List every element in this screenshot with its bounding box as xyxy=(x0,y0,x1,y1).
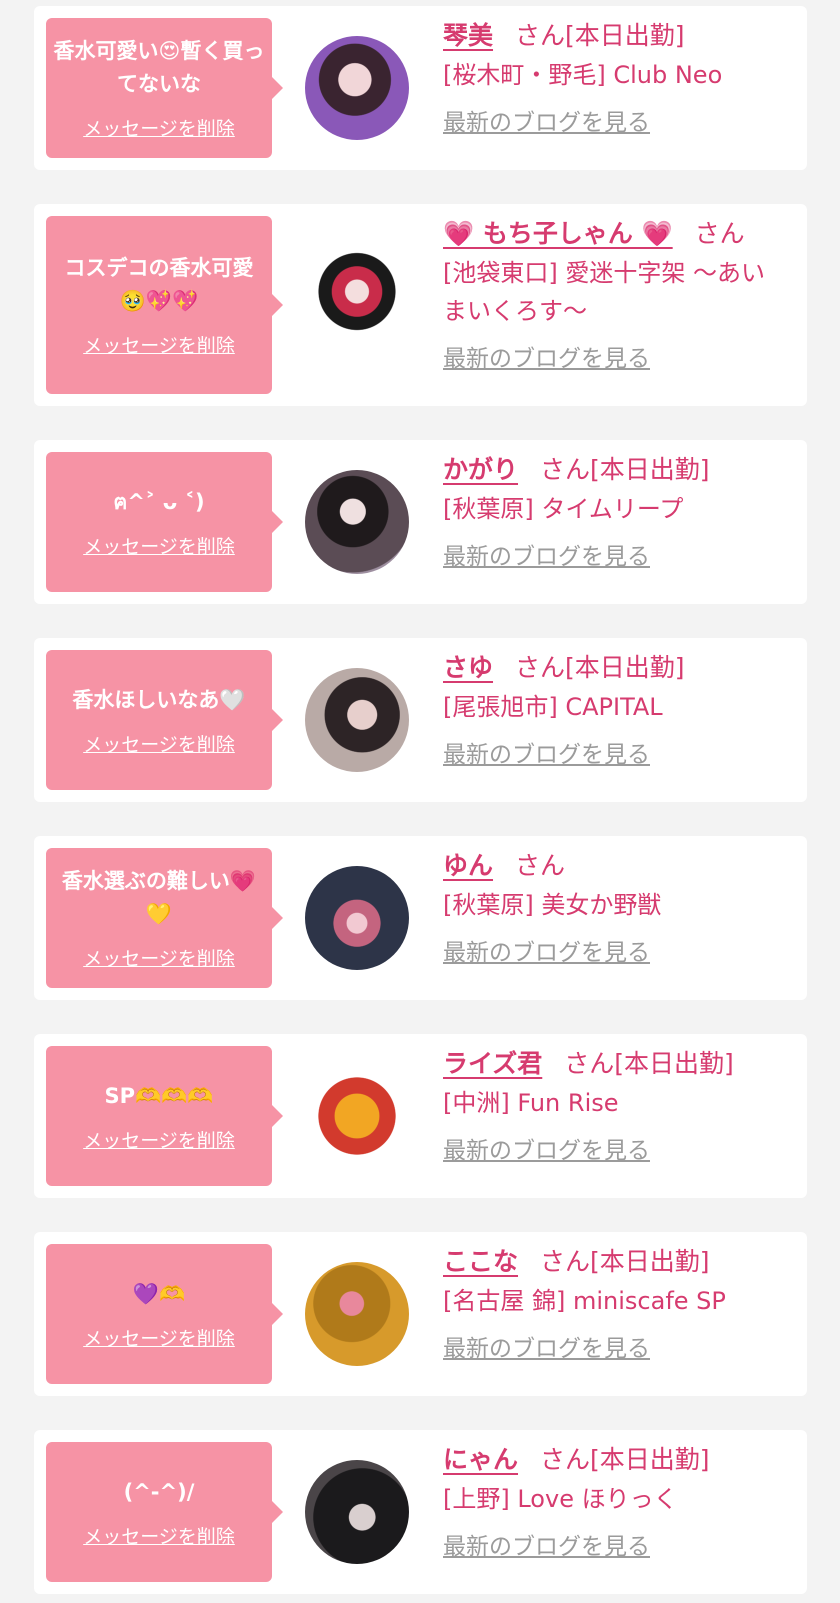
shop-name: [中洲] Fun Rise xyxy=(443,1089,619,1117)
message-text: 💜🫶 xyxy=(132,1281,186,1306)
honorific: さん xyxy=(540,1445,591,1474)
message-bubble: 香水選ぶの難しい💗💛 メッセージを削除 xyxy=(46,848,283,988)
blog-link[interactable]: 最新のブログを見る xyxy=(443,542,650,572)
blog-link[interactable]: 最新のブログを見る xyxy=(443,1532,650,1562)
message-bubble: コスデコの香水可愛🥹💖💖 メッセージを削除 xyxy=(46,216,283,394)
status-badge: [本日出勤] xyxy=(565,653,685,682)
avatar[interactable] xyxy=(305,252,409,356)
avatar[interactable] xyxy=(305,866,409,970)
profile-info: かがり さん[本日出勤] [秋葉原] タイムリープ 最新のブログを見る xyxy=(443,452,787,572)
blog-link[interactable]: 最新のブログを見る xyxy=(443,344,650,374)
list-item: 💜🫶 メッセージを削除 ここな さん[本日出勤] [名古屋 錦] miniscaf… xyxy=(34,1232,807,1396)
message-bubble: SP🫶🫶🫶 メッセージを削除 xyxy=(46,1046,283,1186)
avatar[interactable] xyxy=(305,1460,409,1564)
honorific: さん xyxy=(540,455,591,484)
list-item: 香水可愛い😍暫く買ってないな メッセージを削除 琴美 さん[本日出勤] [桜木町・… xyxy=(34,6,807,170)
honorific: さん xyxy=(540,1247,591,1276)
list-item: (^-^)/ メッセージを削除 にゃん さん[本日出勤] [上野] Love ほり… xyxy=(34,1430,807,1594)
honorific: さん xyxy=(694,219,745,248)
list-item: 香水ほしいなあ🤍 メッセージを削除 さゆ さん[本日出勤] [尾張旭市] CAPI… xyxy=(34,638,807,802)
delete-message-link[interactable]: メッセージを削除 xyxy=(83,733,235,757)
profile-name-link[interactable]: 💗 もち子しゃん 💗 xyxy=(443,219,673,248)
profile-name-link[interactable]: にゃん xyxy=(443,1445,518,1474)
avatar[interactable] xyxy=(305,1262,409,1366)
message-text: 香水ほしいなあ🤍 xyxy=(72,687,246,712)
avatar[interactable] xyxy=(305,668,409,772)
status-badge: [本日出勤] xyxy=(590,1247,710,1276)
message-bubble: 香水可愛い😍暫く買ってないな メッセージを削除 xyxy=(46,18,283,158)
message-bubble: 💜🫶 メッセージを削除 xyxy=(46,1244,283,1384)
honorific: さん xyxy=(515,851,566,880)
avatar[interactable] xyxy=(305,36,409,140)
status-badge: [本日出勤] xyxy=(614,1049,734,1078)
profile-info: ここな さん[本日出勤] [名古屋 錦] miniscafe SP 最新のブログを… xyxy=(443,1244,787,1364)
blog-link[interactable]: 最新のブログを見る xyxy=(443,1334,650,1364)
list-item: コスデコの香水可愛🥹💖💖 メッセージを削除 💗 もち子しゃん 💗 さん [池袋東口… xyxy=(34,204,807,406)
honorific: さん xyxy=(515,653,566,682)
profile-info: にゃん さん[本日出勤] [上野] Love ほりっく 最新のブログを見る xyxy=(443,1442,787,1562)
message-text: コスデコの香水可愛🥹💖💖 xyxy=(64,256,254,313)
shop-name: [秋葉原] タイムリープ xyxy=(443,495,684,523)
profile-name-link[interactable]: 琴美 xyxy=(443,21,493,50)
message-text: ฅ^˃ ᴗ ˂) xyxy=(113,489,205,514)
list-item: SP🫶🫶🫶 メッセージを削除 ライズ君 さん[本日出勤] [中洲] Fun Ris… xyxy=(34,1034,807,1198)
avatar[interactable] xyxy=(305,470,409,574)
status-badge: [本日出勤] xyxy=(565,21,685,50)
delete-message-link[interactable]: メッセージを削除 xyxy=(83,535,235,559)
blog-link[interactable]: 最新のブログを見る xyxy=(443,1136,650,1166)
honorific: さん xyxy=(515,21,566,50)
profile-name-link[interactable]: ここな xyxy=(443,1247,518,1276)
delete-message-link[interactable]: メッセージを削除 xyxy=(83,947,235,971)
profile-info: ライズ君 さん[本日出勤] [中洲] Fun Rise 最新のブログを見る xyxy=(443,1046,787,1166)
message-text: (^-^)/ xyxy=(123,1479,195,1504)
profile-name-link[interactable]: ゆん xyxy=(443,851,493,880)
blog-link[interactable]: 最新のブログを見る xyxy=(443,108,650,138)
message-bubble: (^-^)/ メッセージを削除 xyxy=(46,1442,283,1582)
honorific: さん xyxy=(564,1049,615,1078)
message-list: 香水可愛い😍暫く買ってないな メッセージを削除 琴美 さん[本日出勤] [桜木町・… xyxy=(34,6,807,1594)
message-text: 香水可愛い😍暫く買ってないな xyxy=(53,39,265,96)
status-badge: [本日出勤] xyxy=(590,1445,710,1474)
message-bubble: ฅ^˃ ᴗ ˂) メッセージを削除 xyxy=(46,452,283,592)
list-item: 香水選ぶの難しい💗💛 メッセージを削除 ゆん さん [秋葉原] 美女か野獣 最新の… xyxy=(34,836,807,1000)
shop-name: [桜木町・野毛] Club Neo xyxy=(443,61,723,89)
shop-name: [秋葉原] 美女か野獣 xyxy=(443,891,662,919)
profile-name-link[interactable]: さゆ xyxy=(443,653,493,682)
shop-name: [池袋東口] 愛迷十字架 〜あいまいくろす〜 xyxy=(443,259,765,325)
profile-info: 💗 もち子しゃん 💗 さん [池袋東口] 愛迷十字架 〜あいまいくろす〜 最新のブ… xyxy=(443,216,787,374)
profile-name-link[interactable]: ライズ君 xyxy=(443,1049,542,1078)
shop-name: [名古屋 錦] miniscafe SP xyxy=(443,1287,726,1315)
shop-name: [尾張旭市] CAPITAL xyxy=(443,693,663,721)
delete-message-link[interactable]: メッセージを削除 xyxy=(83,1129,235,1153)
delete-message-link[interactable]: メッセージを削除 xyxy=(83,334,235,358)
avatar[interactable] xyxy=(305,1064,409,1168)
delete-message-link[interactable]: メッセージを削除 xyxy=(83,1327,235,1351)
message-text: SP🫶🫶🫶 xyxy=(104,1083,214,1108)
profile-info: 琴美 さん[本日出勤] [桜木町・野毛] Club Neo 最新のブログを見る xyxy=(443,18,787,138)
blog-link[interactable]: 最新のブログを見る xyxy=(443,740,650,770)
profile-info: ゆん さん [秋葉原] 美女か野獣 最新のブログを見る xyxy=(443,848,787,968)
profile-info: さゆ さん[本日出勤] [尾張旭市] CAPITAL 最新のブログを見る xyxy=(443,650,787,770)
blog-link[interactable]: 最新のブログを見る xyxy=(443,938,650,968)
status-badge: [本日出勤] xyxy=(590,455,710,484)
message-text: 香水選ぶの難しい💗💛 xyxy=(61,869,257,926)
delete-message-link[interactable]: メッセージを削除 xyxy=(83,117,235,141)
message-bubble: 香水ほしいなあ🤍 メッセージを削除 xyxy=(46,650,283,790)
delete-message-link[interactable]: メッセージを削除 xyxy=(83,1525,235,1549)
shop-name: [上野] Love ほりっく xyxy=(443,1485,678,1513)
list-item: ฅ^˃ ᴗ ˂) メッセージを削除 かがり さん[本日出勤] [秋葉原] タイムリ… xyxy=(34,440,807,604)
profile-name-link[interactable]: かがり xyxy=(443,455,518,484)
